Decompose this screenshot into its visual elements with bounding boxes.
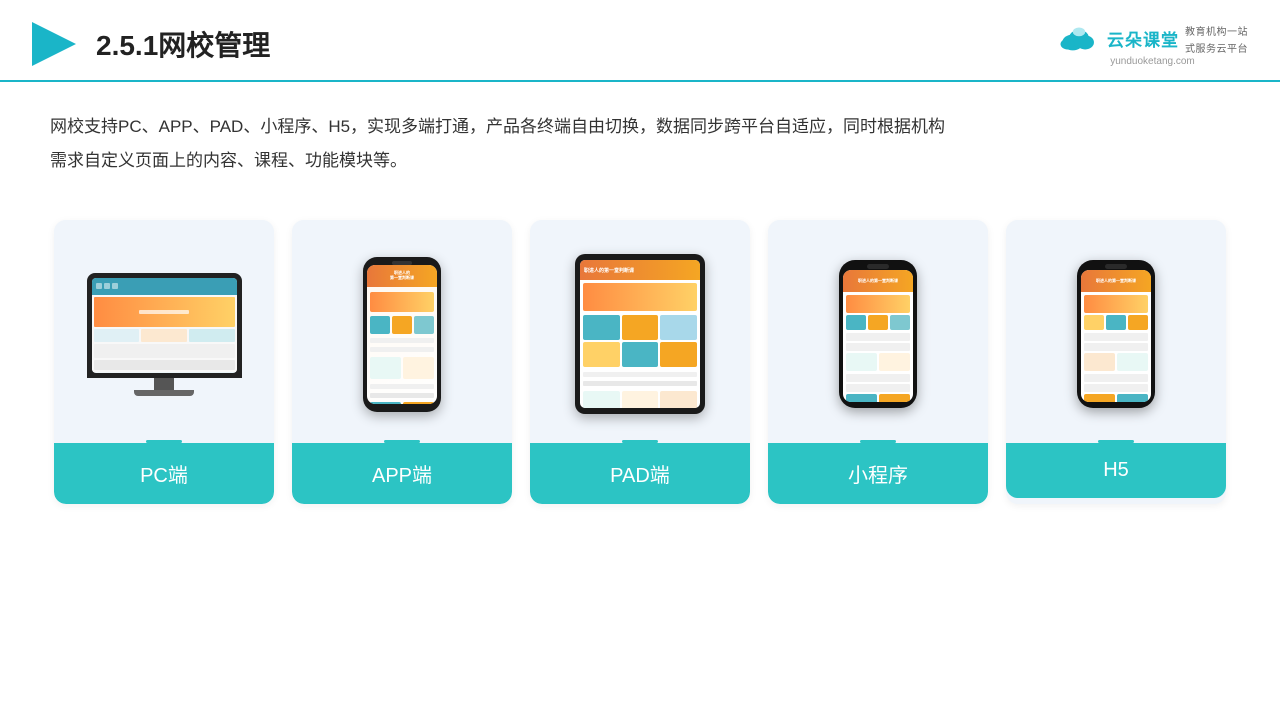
card-app: 职进人的第一堂判断课 [292, 220, 512, 504]
card-pad-image: 职进人的第一堂判断课 [530, 220, 750, 440]
logo-area: 云朵课堂 教育机构一站 式服务云平台 yunduoketang.com [1057, 21, 1248, 67]
card-pc-label: PC端 [54, 443, 274, 504]
card-pc: PC端 [54, 220, 274, 504]
logo-cloud: 云朵课堂 教育机构一站 式服务云平台 [1057, 21, 1248, 55]
card-miniapp-image: 职进人的第一堂判断课 [768, 220, 988, 440]
card-app-image: 职进人的第一堂判断课 [292, 220, 512, 440]
logo-url: yunduoketang.com [1110, 56, 1195, 67]
miniapp-phone-mockup: 职进人的第一堂判断课 [839, 260, 917, 408]
logo-sub-text: 教育机构一站 [1185, 23, 1248, 38]
header: 2.5.1网校管理 云朵课堂 教育机构一站 式服务云平台 yunduoketan… [0, 0, 1280, 82]
app-phone-mockup: 职进人的第一堂判断课 [363, 257, 441, 412]
logo-sub-text2: 式服务云平台 [1185, 40, 1248, 55]
play-icon [28, 18, 80, 70]
description-section: 网校支持PC、APP、PAD、小程序、H5，实现多端打通，产品各终端自由切换，数… [0, 82, 1280, 190]
header-left: 2.5.1网校管理 [28, 18, 270, 70]
pad-tablet-mockup: 职进人的第一堂判断课 [575, 254, 705, 414]
cards-section: PC端 职进人的第一堂判断课 [0, 200, 1280, 504]
card-h5-label: H5 [1006, 443, 1226, 498]
card-miniapp: 职进人的第一堂判断课 [768, 220, 988, 504]
card-h5-image: 职进人的第一堂判断课 [1006, 220, 1226, 440]
card-miniapp-label: 小程序 [768, 443, 988, 504]
card-app-label: APP端 [292, 443, 512, 504]
cloud-icon [1057, 23, 1101, 53]
description-text: 网校支持PC、APP、PAD、小程序、H5，实现多端打通，产品各终端自由切换，数… [50, 110, 1230, 178]
pc-monitor-mockup [87, 273, 242, 396]
card-h5: 职进人的第一堂判断课 [1006, 220, 1226, 504]
logo-text: 云朵课堂 [1107, 26, 1179, 51]
card-pc-image [54, 220, 274, 440]
card-pad: 职进人的第一堂判断课 [530, 220, 750, 504]
card-pad-label: PAD端 [530, 443, 750, 504]
page-title: 2.5.1网校管理 [96, 24, 270, 64]
h5-phone-mockup: 职进人的第一堂判断课 [1077, 260, 1155, 408]
